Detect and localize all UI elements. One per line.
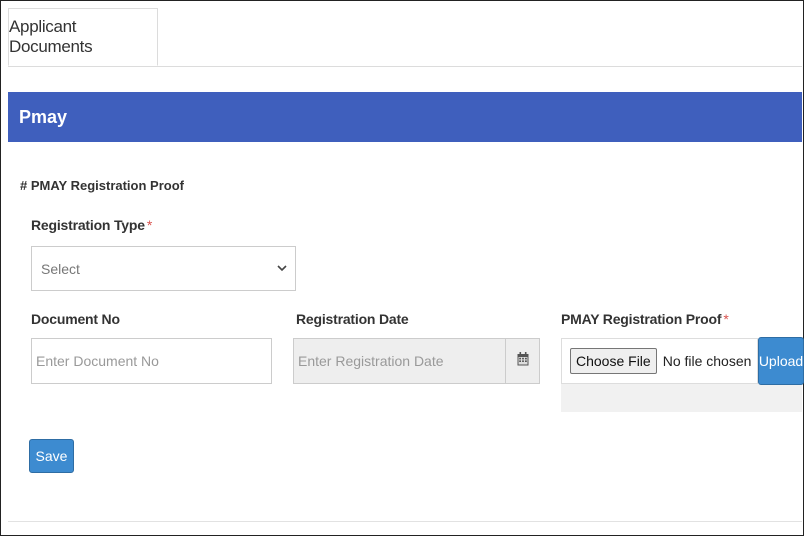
required-marker: * [146,217,153,233]
pmay-proof-label: PMAY Registration Proof * [561,311,729,327]
divider [8,521,802,522]
save-button[interactable]: Save [29,439,74,473]
pmay-proof-label-text: PMAY Registration Proof [561,311,722,327]
panel-header: Pmay [8,92,802,142]
file-status-text: No file chosen [662,353,752,369]
calendar-button[interactable] [506,338,540,384]
file-input[interactable]: Choose File No file chosen [561,338,758,384]
required-marker: * [723,311,729,327]
upload-button[interactable]: Upload [758,337,804,385]
registration-type-label: Registration Type * [31,217,152,233]
chevron-down-icon [277,261,287,275]
registration-date-placeholder: Enter Registration Date [298,353,444,369]
choose-file-button[interactable]: Choose File [570,348,657,374]
document-no-label: Document No [31,311,120,327]
document-no-placeholder: Enter Document No [36,353,159,369]
document-no-input[interactable]: Enter Document No [31,338,272,384]
panel-title: Pmay [19,106,68,127]
registration-type-select[interactable]: Select [31,246,296,291]
file-input-underlay [561,384,802,412]
registration-date-label: Registration Date [296,311,409,327]
registration-date-input[interactable]: Enter Registration Date [293,338,506,384]
tab-bar: Applicant Documents [8,8,802,67]
section-title: # PMAY Registration Proof [20,178,184,193]
registration-type-label-text: Registration Type [31,217,145,233]
registration-type-value: Select [41,260,80,277]
calendar-icon [517,351,529,371]
tab-applicant-documents[interactable]: Applicant Documents [8,8,158,66]
